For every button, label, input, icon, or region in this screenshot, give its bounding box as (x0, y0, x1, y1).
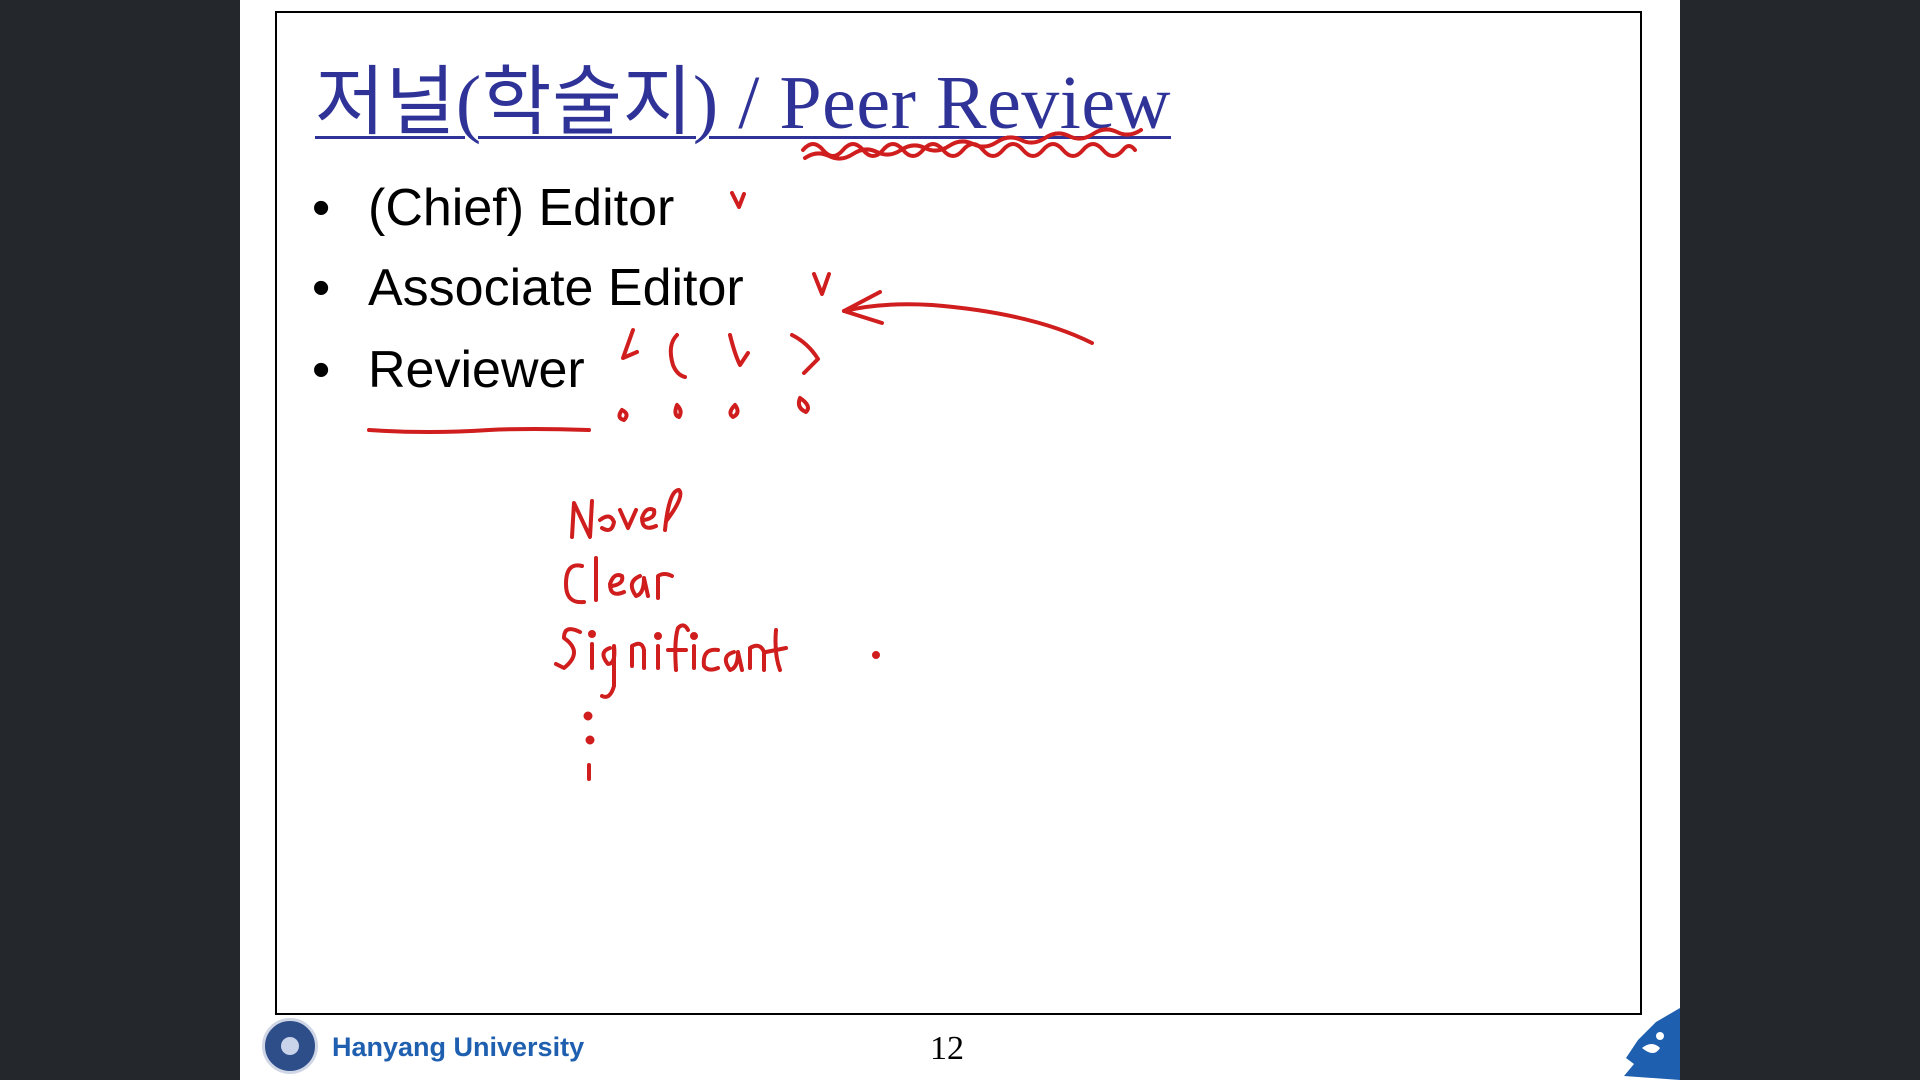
university-seal-icon (262, 1018, 318, 1074)
bullet-associate-editor: • Associate Editor (312, 258, 744, 318)
bullet-text: (Chief) Editor (368, 179, 675, 237)
bullet-text: Associate Editor (368, 259, 744, 317)
slide-frame (275, 11, 1642, 1015)
bullet-marker: • (312, 341, 331, 399)
footer-university-name: Hanyang University (332, 1032, 585, 1062)
page-number: 12 (930, 1030, 964, 1067)
slide: 저널(학술지) / Peer Review • (Chief) Editor • A… (240, 0, 1680, 1080)
bullet-reviewer: • Reviewer (312, 340, 585, 400)
lion-mascot-icon (1624, 1008, 1680, 1080)
slide-title: 저널(학술지) / Peer Review (315, 61, 1172, 145)
bullet-marker: • (312, 179, 331, 237)
bullet-text: Reviewer (368, 341, 585, 399)
bullet-chief-editor: • (Chief) Editor (312, 178, 674, 238)
document-viewer: 저널(학술지) / Peer Review • (Chief) Editor • A… (0, 0, 1920, 1080)
bullet-marker: • (312, 259, 331, 317)
